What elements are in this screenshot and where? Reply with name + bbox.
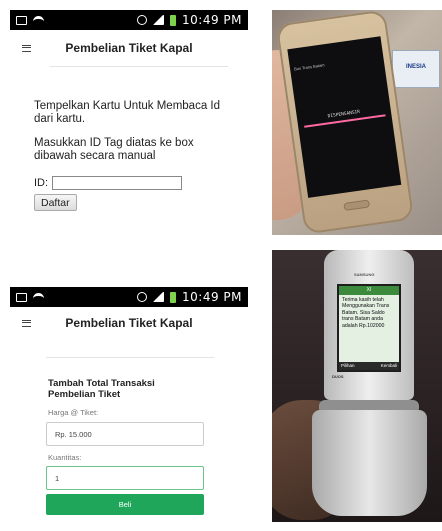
- smartphone-screen: Bus Trans Batam DISPENSANSIR: [287, 36, 402, 198]
- menu-icon[interactable]: [22, 319, 31, 327]
- ad-banner-text: INESIA: [405, 64, 426, 70]
- id-input[interactable]: [52, 176, 183, 190]
- price-input[interactable]: [46, 422, 204, 446]
- screen-buy-ticket: 10:49 PM Pembelian Tiket Kapal Tambah To…: [10, 287, 248, 522]
- softkey-bar: Pilihan Kembali: [339, 362, 399, 370]
- status-time: 10:49 PM: [182, 13, 242, 27]
- ad-banner: INESIA: [392, 50, 440, 88]
- phone-brand: SAMSUNG: [354, 272, 375, 277]
- status-time: 10:49 PM: [182, 290, 242, 304]
- form-title: Tambah Total Transaksi Pembelian Tiket: [48, 378, 155, 400]
- instruction-text-1: Tempelkan Kartu Untuk Membaca Id dari ka…: [34, 100, 221, 125]
- price-label: Harga @ Tiket:: [48, 408, 99, 417]
- flip-phone-keypad: [312, 410, 427, 516]
- alarm-icon: [137, 292, 147, 302]
- home-button: [343, 199, 371, 211]
- page-title: Pembelian Tiket Kapal: [65, 316, 193, 330]
- sms-header: XI: [339, 286, 399, 295]
- gallery-icon: [16, 15, 27, 25]
- app-bar: Pembelian Tiket Kapal: [10, 30, 248, 66]
- smartphone-screen-title: Bus Trans Batam: [293, 62, 325, 72]
- header-divider: [46, 357, 214, 358]
- phone-logo: DUOS: [332, 374, 344, 379]
- wifi-icon: [33, 292, 44, 302]
- quantity-input[interactable]: [46, 466, 204, 490]
- beli-button[interactable]: Beli: [46, 494, 204, 515]
- instruction-text-2: Masukkan ID Tag diatas ke box dibawah se…: [34, 137, 194, 162]
- signal-icon: [153, 15, 164, 25]
- menu-icon[interactable]: [22, 44, 31, 52]
- status-bar: 10:49 PM: [10, 10, 248, 30]
- daftar-button[interactable]: Daftar: [34, 194, 77, 211]
- battery-icon: [170, 291, 176, 303]
- photo-phone-reading-card: INESIA Bus Trans Batam DISPENSANSIR: [272, 10, 442, 235]
- flip-phone-screen: XI Terima kasih telah Menggunakan Trans …: [337, 284, 401, 372]
- app-bar: Pembelian Tiket Kapal: [10, 305, 248, 341]
- quantity-label: Kuantitas:: [48, 453, 82, 462]
- photo-flip-phone-sms: SAMSUNG XI Terima kasih telah Menggunaka…: [272, 250, 442, 522]
- page-title: Pembelian Tiket Kapal: [65, 41, 193, 55]
- id-row: ID:: [34, 176, 183, 190]
- softkey-left: Pilihan: [341, 363, 355, 368]
- status-bar: 10:49 PM: [10, 287, 248, 307]
- wifi-icon: [33, 15, 44, 25]
- softkey-right: Kembali: [380, 363, 397, 368]
- gallery-icon: [16, 292, 27, 302]
- sms-text: Terima kasih telah Menggunakan Trans Bat…: [342, 297, 390, 329]
- alarm-icon: [137, 15, 147, 25]
- screen-register-card: 10:49 PM Pembelian Tiket Kapal Tempelkan…: [10, 10, 248, 230]
- header-divider: [50, 66, 228, 67]
- id-label: ID:: [34, 177, 49, 189]
- battery-icon: [170, 14, 176, 26]
- signal-icon: [153, 292, 164, 302]
